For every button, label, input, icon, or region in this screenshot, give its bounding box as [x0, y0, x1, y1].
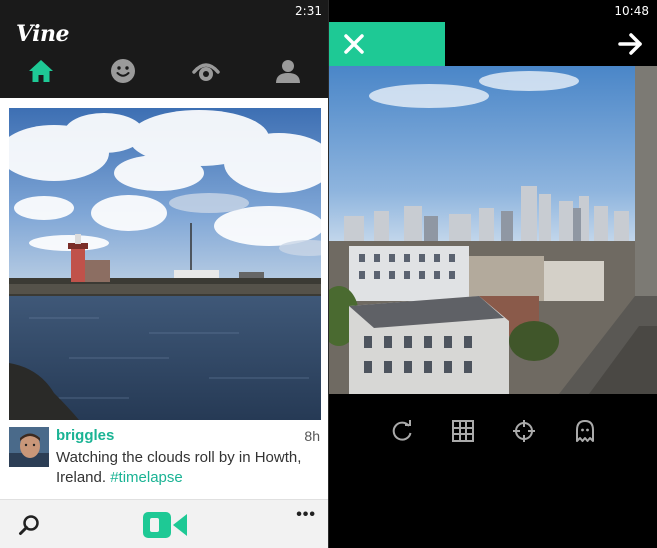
nav-profile[interactable] — [273, 56, 303, 86]
home-icon — [29, 60, 53, 82]
more-button[interactable]: ••• — [296, 506, 316, 524]
refresh-icon[interactable] — [390, 419, 414, 443]
status-time: 10:48 — [614, 4, 649, 18]
feed-header: 2:31 Vine — [0, 0, 328, 98]
nav-explore[interactable] — [191, 56, 221, 86]
focus-icon[interactable] — [512, 419, 536, 443]
post-username[interactable]: briggles — [56, 427, 114, 444]
smiley-icon — [111, 59, 135, 83]
hashtag-link[interactable]: #timelapse — [110, 469, 183, 486]
close-button[interactable] — [329, 22, 445, 66]
search-icon[interactable] — [18, 514, 40, 536]
post-video-thumbnail[interactable] — [9, 108, 321, 420]
person-icon — [276, 60, 300, 83]
ghost-icon[interactable] — [573, 419, 597, 443]
nav-home[interactable] — [26, 56, 56, 86]
vine-feed-screen: 2:31 Vine briggles 8h Watching the cloud… — [0, 0, 328, 548]
post-time-ago: 8h — [304, 428, 320, 444]
app-bar: ••• — [0, 499, 328, 548]
eye-icon — [192, 63, 220, 81]
camera-viewfinder[interactable] — [329, 66, 657, 394]
close-icon — [344, 34, 364, 54]
video-camera-icon[interactable] — [142, 510, 188, 540]
nav-activity[interactable] — [108, 56, 138, 86]
grid-icon[interactable] — [451, 419, 475, 443]
arrow-right-icon[interactable] — [617, 30, 645, 58]
status-time: 2:31 — [295, 4, 322, 18]
post-caption: Watching the clouds roll by in Howth, Ir… — [56, 448, 316, 488]
camera-screen: 10:48 — [329, 0, 657, 548]
vine-logo: Vine — [16, 21, 70, 47]
avatar[interactable] — [9, 427, 49, 467]
